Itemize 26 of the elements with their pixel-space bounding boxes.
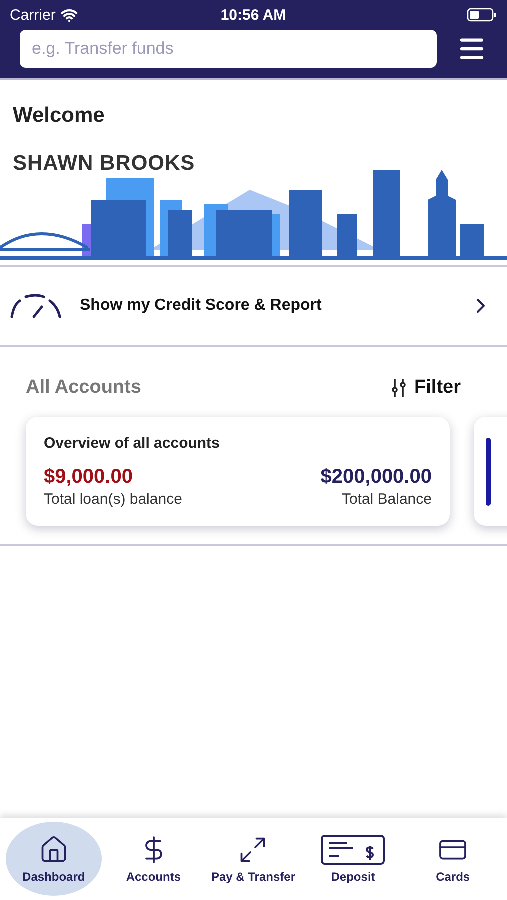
- search-field[interactable]: e.g. Transfer funds: [20, 30, 437, 68]
- credit-score-link[interactable]: Show my Credit Score & Report: [80, 297, 451, 315]
- credit-score-row[interactable]: Show my Credit Score & Report: [0, 267, 507, 345]
- user-name: SHAWN BROOKS: [12, 151, 196, 176]
- total-amount: $200,000.00: [320, 466, 432, 489]
- section-title: All Accounts: [26, 377, 142, 399]
- tab-bar-item[interactable]: Cards: [405, 822, 502, 896]
- filter-button[interactable]: Filter: [390, 377, 461, 399]
- welcome-heading: Welcome: [12, 103, 106, 128]
- overview-card[interactable]: Overview of all accounts $9,000.00 Total loan(s) balance $200,000.00 Total Balance: [26, 417, 450, 526]
- tab-bar-item[interactable]: Pay & Transfer: [205, 822, 302, 896]
- tab-bar-item[interactable]: Dashboard: [6, 822, 102, 896]
- tab-bar-item[interactable]: Deposit: [305, 822, 402, 896]
- carrier-label: Carrier: [10, 6, 56, 24]
- sliders-icon: [390, 378, 407, 398]
- battery-icon: [467, 8, 497, 22]
- total-label: Total Balance: [342, 491, 432, 508]
- check-icon: [321, 835, 386, 865]
- tab-bar-item[interactable]: Accounts: [106, 822, 202, 896]
- clock-time: 10:56 AM: [220, 6, 286, 24]
- gauge-icon: [10, 293, 62, 319]
- wifi-icon: [60, 6, 78, 24]
- card-title: Overview of all accounts: [44, 435, 221, 452]
- accent-bar: [486, 438, 491, 506]
- loan-amount: $9,000.00: [44, 466, 133, 489]
- loan-label: Total loan(s) balance: [44, 491, 182, 508]
